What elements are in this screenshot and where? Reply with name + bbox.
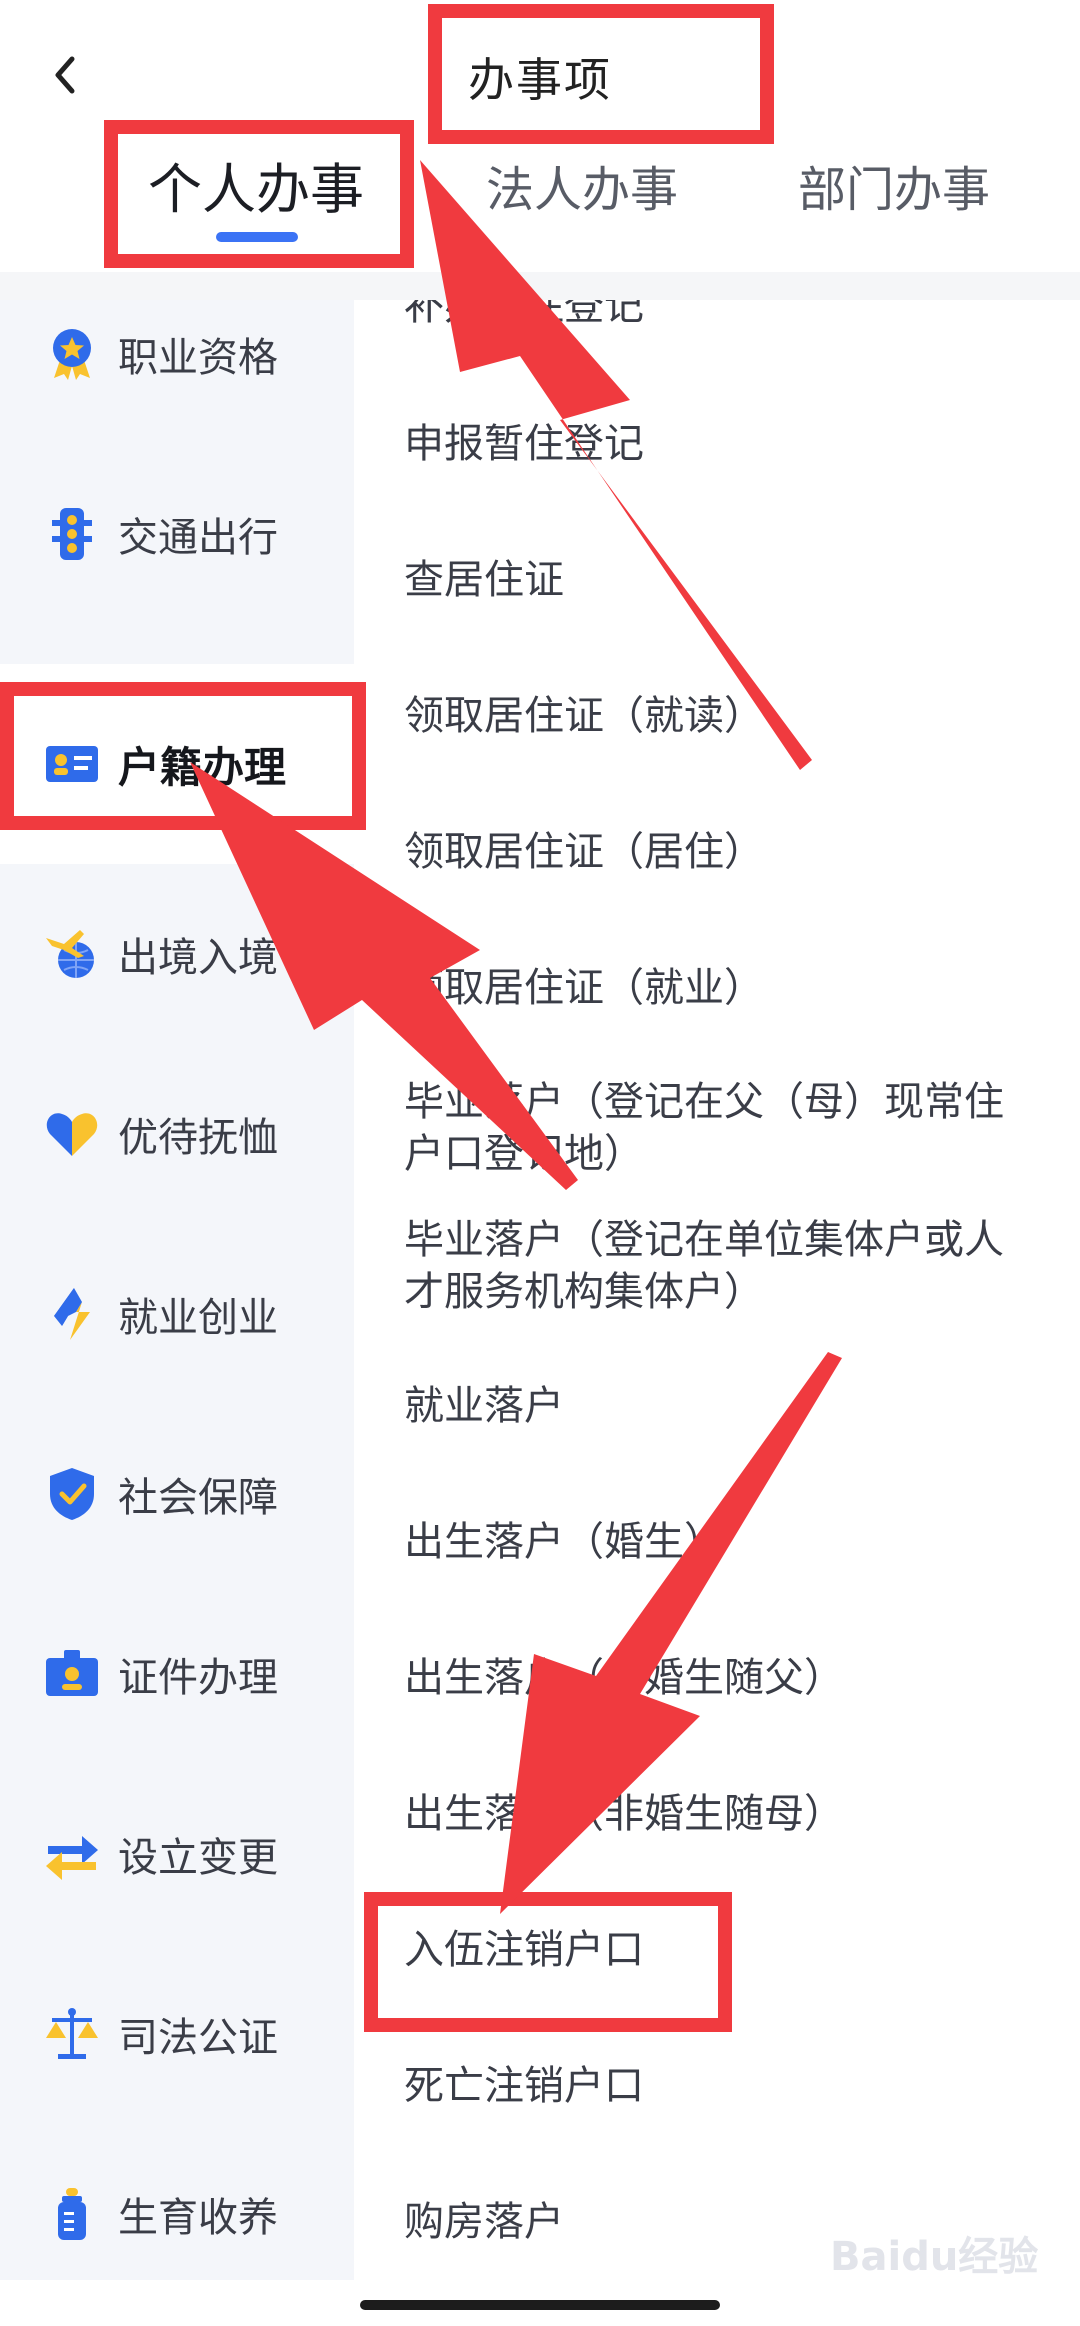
sidebar-item-label: 交通出行 <box>118 515 278 561</box>
sidebar-item-birth-adoption[interactable]: 生育收养 <box>0 2124 354 2304</box>
annotation-box-household <box>0 682 366 830</box>
list-item[interactable]: 就业落户 <box>404 1380 1080 1432</box>
tab-department[interactable]: 部门办事 <box>798 140 990 240</box>
list-item[interactable]: 领取居住证（就读） <box>404 690 1080 742</box>
list-item-label: 补办暂住登记 <box>404 300 644 329</box>
sidebar-item-preferential-treatment[interactable]: 优待抚恤 <box>0 1044 354 1224</box>
list-item-label: 购房落户 <box>404 2199 564 2245</box>
back-button[interactable] <box>40 40 90 110</box>
list-item-label: 出生落户（婚生） <box>404 1519 724 1565</box>
list-item-label: 出生落户（非婚生随母） <box>404 1791 844 1837</box>
sidebar-item-label: 就业创业 <box>118 1295 278 1341</box>
sidebar-item-label: 出境入境 <box>118 935 278 981</box>
list-item-label: 领取居住证（就读） <box>404 693 764 739</box>
list-item[interactable]: 死亡注销户口 <box>404 2060 1080 2112</box>
sidebar-item-traffic[interactable]: 交通出行 <box>0 444 354 624</box>
heart-icon <box>46 1113 98 1156</box>
sidebar-item-vocational-qualification[interactable]: 职业资格 <box>0 264 354 444</box>
scales-icon <box>46 2008 98 2059</box>
list-item[interactable]: 申报暂住登记 <box>404 418 1080 470</box>
list-item[interactable]: 毕业落户（登记在父（母）现常住 户口登记地） <box>404 1076 1080 1180</box>
list-item-label: 毕业落户（登记在父（母）现常住 <box>404 1079 1004 1125</box>
baidu-watermark: Baidu经验 <box>830 2234 1039 2280</box>
list-item-label: 出生落户（非婚生随父） <box>404 1655 844 1701</box>
list-item-label: 领取居住证（就业） <box>404 965 764 1011</box>
list-item-label: 就业落户 <box>404 1383 564 1429</box>
sidebar-item-label: 司法公证 <box>118 2015 278 2061</box>
sidebar-item-label: 设立变更 <box>118 1835 278 1881</box>
sidebar-item-label: 生育收养 <box>118 2195 278 2241</box>
list-item[interactable]: 出生落户（非婚生随父） <box>404 1652 1080 1704</box>
traffic-light-icon <box>52 508 92 560</box>
baby-bottle-icon <box>58 2188 86 2240</box>
sidebar-item-employment[interactable]: 就业创业 <box>0 1224 354 1404</box>
annotation-box-personal-tab <box>104 120 414 268</box>
sidebar-item-label: 职业资格 <box>118 335 278 381</box>
sidebar-item-label: 社会保障 <box>118 1475 278 1521</box>
sidebar-item-exit-entry[interactable]: 出境入境 <box>0 864 354 1044</box>
list-item[interactable]: 出生落户（非婚生随母） <box>404 1788 1080 1840</box>
sidebar-item-social-security[interactable]: 社会保障 <box>0 1404 354 1584</box>
sidebar-item-judicial-notary[interactable]: 司法公证 <box>0 1944 354 2124</box>
sidebar-item-label: 优待抚恤 <box>118 1115 278 1161</box>
swap-arrows-icon <box>46 1836 98 1880</box>
list-item[interactable]: 出生落户（婚生） <box>404 1516 1080 1568</box>
list-item[interactable]: 补办暂住登记 <box>404 300 1080 332</box>
home-indicator[interactable] <box>360 2300 720 2310</box>
list-item-label: 死亡注销户口 <box>404 2063 644 2109</box>
annotation-box-title <box>428 4 774 144</box>
lightning-icon <box>54 1288 90 1340</box>
medal-icon <box>53 329 91 380</box>
list-item-label: 申报暂住登记 <box>404 421 644 467</box>
app-screen: 办事项 个人办事 法人办事 部门办事 职业资格 交通出行 户籍办理 出境入境 优… <box>0 0 1080 2326</box>
list-item-label-line2: 户口登记地） <box>404 1131 644 1177</box>
shield-check-icon <box>50 1468 94 1520</box>
certificate-icon <box>46 1650 98 1696</box>
list-item[interactable]: 领取居住证（就业） <box>404 962 1080 1014</box>
list-item[interactable]: 查居住证 <box>404 554 1080 606</box>
tab-legal-person[interactable]: 法人办事 <box>486 140 678 240</box>
list-item-label-line2: 才服务机构集体户） <box>404 1269 764 1315</box>
annotation-box-enlist-cancel <box>364 1892 732 2032</box>
category-sidebar: 职业资格 交通出行 户籍办理 出境入境 优待抚恤 就业创业 社会保障 证件办理 … <box>0 300 354 2280</box>
list-item-label: 查居住证 <box>404 557 564 603</box>
sidebar-item-certificates[interactable]: 证件办理 <box>0 1584 354 1764</box>
sidebar-item-label: 证件办理 <box>118 1655 278 1701</box>
chevron-left-icon <box>55 56 75 94</box>
list-item-label: 领取居住证（居住） <box>404 829 764 875</box>
sidebar-item-establish-change[interactable]: 设立变更 <box>0 1764 354 1944</box>
list-item-label: 毕业落户（登记在单位集体户或人 <box>404 1217 1004 1263</box>
list-item[interactable]: 领取居住证（居住） <box>404 826 1080 878</box>
list-item[interactable]: 毕业落户（登记在单位集体户或人 才服务机构集体户） <box>404 1214 1080 1318</box>
plane-globe-icon <box>46 930 94 978</box>
